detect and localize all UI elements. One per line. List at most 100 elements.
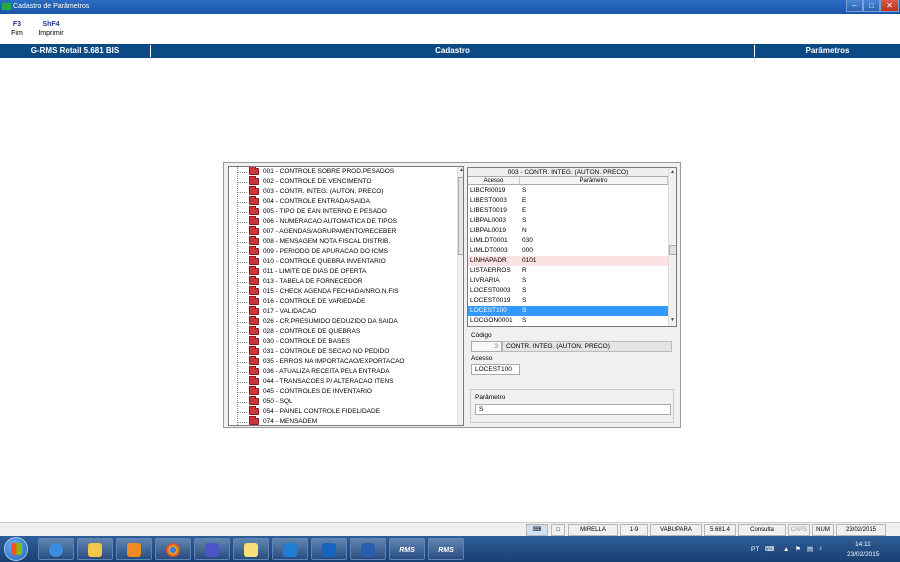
acesso-cell: LISTAERROS [470,267,511,274]
scroll-thumb[interactable] [458,177,463,255]
taskbar-rms-1[interactable]: RMS [389,538,425,560]
volume-icon[interactable]: ♪ [819,545,822,552]
folder-icon [249,406,259,415]
taskbar-media[interactable] [116,538,152,560]
language-indicator[interactable]: PT [751,546,759,553]
parameter-grid[interactable]: 003 - CONTR. INTEG. (AUTON. PRECO) Acess… [467,167,677,327]
grid-row[interactable]: LOCGON0001 S [468,316,668,326]
folder-icon [249,316,259,325]
folder-icon [88,542,102,557]
tree-item[interactable]: 007 - AGENDAS/AGRUPAMENTO/RECEBER [229,226,455,237]
taskbar-word[interactable] [350,538,386,560]
parametro-cell: S [522,277,527,284]
lync-icon [283,542,297,557]
parametro-cell: S [522,287,527,294]
taskbar-lync[interactable] [272,538,308,560]
grid-row[interactable]: LIMLDT0003 000 [468,246,668,256]
grid-row[interactable]: LIBEST0003 E [468,196,668,206]
grid-row[interactable]: LIVRARIA S [468,276,668,286]
maximize-button[interactable]: □ [863,0,880,12]
tree-scrollbar[interactable]: ▲ [457,167,463,425]
tree-connector [237,282,247,283]
grid-row[interactable]: LIBPAL0003 S [468,216,668,226]
folder-icon [249,236,259,245]
show-hidden-icons-icon[interactable]: ▲ [783,546,789,553]
grid-row[interactable]: LOCEST100 S [468,306,668,316]
grid-row[interactable]: LIBEST0019 E [468,206,668,216]
scroll-thumb[interactable] [669,245,676,255]
tree-item[interactable]: 044 - TRANSACOES P/ ALTERACAO ITENS [229,376,455,387]
grid-row[interactable]: LISTAERROS R [468,266,668,276]
acesso-field[interactable]: LOCEST100 [471,364,520,375]
scroll-up-icon[interactable]: ▲ [459,167,463,173]
keyboard-tray-icon[interactable]: ⌨ [765,545,774,553]
toolbar: F3 Fim ShF4 Imprimir [0,14,900,44]
column-header-acesso[interactable]: Acesso [468,177,520,185]
network-icon[interactable]: ▤ [807,545,813,553]
codigo-field[interactable]: 3 [471,341,502,352]
grid-row[interactable]: LINHAPADR 0101 [468,256,668,266]
taskbar-explorer[interactable] [77,538,113,560]
tree-item[interactable]: 030 - CONTROLE DE BASES [229,336,455,347]
scroll-down-icon[interactable]: ▼ [670,317,675,323]
tree-item[interactable]: 050 - SQL [229,396,455,407]
tree-item[interactable]: 031 - CONTROLE DE SECAO NO PEDIDO [229,346,455,357]
tree-item[interactable]: 011 - LIMITE DE DIAS DE OFERTA [229,266,455,277]
folder-icon [249,336,259,345]
tree-item[interactable]: 010 - CONTROLE QUEBRA INVENTARIO [229,256,455,267]
scroll-up-icon[interactable]: ▲ [670,169,675,175]
acesso-cell: LOCEST100 [470,307,507,314]
parameter-tree[interactable]: 001 - CONTROLE SOBRE PROD.PESADOS 002 - C… [228,166,464,426]
grid-row[interactable]: LOCEST0003 S [468,286,668,296]
tree-connector [237,172,247,173]
tree-item[interactable]: 045 - CONTROLES DE INVENTARIO [229,386,455,397]
grid-row[interactable]: LIMLDT0001 030 [468,236,668,246]
tree-connector [237,272,247,273]
parameters-panel: 001 - CONTROLE SOBRE PROD.PESADOS 002 - C… [223,162,681,428]
flag-icon[interactable]: ⚑ [795,545,801,553]
grid-scrollbar[interactable]: ▲ ▼ [668,168,676,326]
parametro-cell: S [522,217,527,224]
taskbar-chrome[interactable] [155,538,191,560]
fim-button[interactable]: F3 Fim [7,20,27,39]
tree-item[interactable]: 036 - ATUALIZA RECEITA PELA ENTRADA [229,366,455,377]
taskbar-outlook[interactable] [311,538,347,560]
chrome-icon [166,542,180,557]
tree-item[interactable]: 005 - TIPO DE EAN INTERNO E PESADO [229,206,455,217]
folder-icon [249,306,259,315]
tree-item[interactable]: 016 - CONTROLE DE VARIEDADE [229,296,455,307]
tree-item[interactable]: 013 - TABELA DE FORNECEDOR [229,276,455,287]
clock-time[interactable]: 14:11 [855,541,871,548]
grid-row[interactable]: LOCEST0019 S [468,296,668,306]
tree-item[interactable]: 026 - CR.PRESUMIDO DEDUZIDO DA SAIDA [229,316,455,327]
taskbar-app[interactable] [194,538,230,560]
start-button[interactable] [4,537,28,561]
tree-item[interactable]: 001 - CONTROLE SOBRE PROD.PESADOS [229,167,455,177]
parametro-field[interactable]: S [475,404,671,415]
tree-item[interactable]: 035 - ERROS NA IMPORTACAO/EXPORTACAO [229,356,455,367]
tree-item[interactable]: 008 - MENSAGEM NOTA FISCAL DISTRIB. [229,236,455,247]
tree-item[interactable]: 004 - CONTROLE ENTRADA/SAIDA [229,196,455,207]
taskbar-rms-2[interactable]: RMS [428,538,464,560]
minimize-button[interactable]: – [846,0,863,12]
parametro-label: Parâmetro [475,394,506,401]
tree-item[interactable]: 009 - PERIODO DE APURACAO DO ICMS [229,246,455,257]
imprimir-button[interactable]: ShF4 Imprimir [34,20,68,39]
tree-item[interactable]: 028 - CONTROLE DE QUEBRAS [229,326,455,337]
parametro-cell: E [522,207,527,214]
tree-item[interactable]: 054 - PAINEL CONTROLE FIDELIDADE [229,406,455,417]
taskbar-notes[interactable] [233,538,269,560]
close-button[interactable]: ✕ [880,0,899,12]
grid-row[interactable]: LIBCRI0019 S [468,186,668,196]
tree-item[interactable]: 003 - CONTR. INTEG. (AUTON. PRECO) [229,186,455,197]
status-company: 1-9 [620,524,648,536]
column-header-parametro[interactable]: Parâmetro [520,177,668,185]
clock-date[interactable]: 23/02/2015 [847,551,880,558]
grid-row[interactable]: LIBPAL0019 N [468,226,668,236]
tree-item[interactable]: 074 - MENSADEM [229,416,455,425]
taskbar-ie[interactable] [38,538,74,560]
tree-item[interactable]: 002 - CONTROLE DE VENCIMENTO [229,176,455,187]
tree-item[interactable]: 017 - VALIDACAO [229,306,455,317]
tree-item[interactable]: 015 - CHECK AGENDA FECHADA/NRO.N.FIS [229,286,455,297]
tree-item[interactable]: 006 - NUMERACAO AUTOMATICA DE TIPOS [229,216,455,227]
